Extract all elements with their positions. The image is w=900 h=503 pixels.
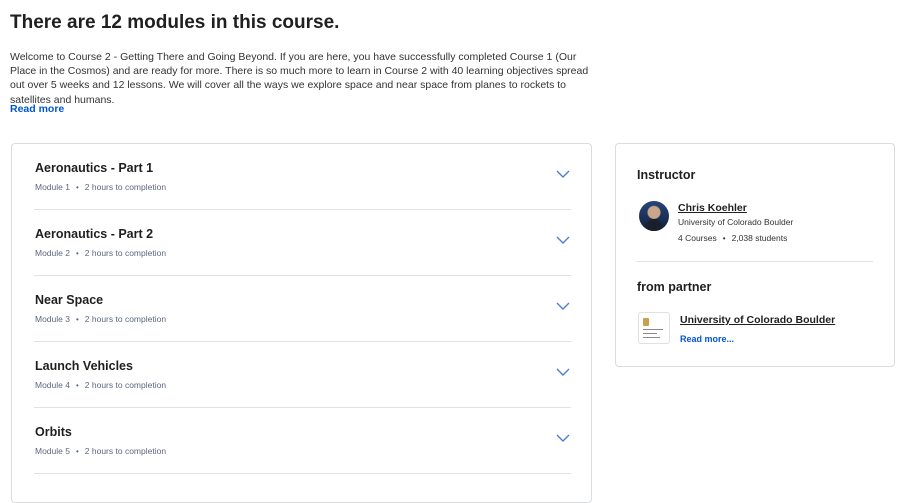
module-item-1[interactable]: Aeronautics - Part 1 Module 1 • 2 hours … <box>34 144 571 210</box>
chevron-down-icon[interactable] <box>555 234 571 246</box>
separator-dot: • <box>722 233 726 243</box>
module-item-4[interactable]: Launch Vehicles Module 4 • 2 hours to co… <box>34 342 571 408</box>
module-number: Module 4 <box>35 380 70 390</box>
module-item-5[interactable]: Orbits Module 5 • 2 hours to completion <box>34 408 571 474</box>
instructor-org: University of Colorado Boulder <box>678 217 794 227</box>
module-title: Launch Vehicles <box>35 359 133 373</box>
instructor-courses: 4 Courses <box>678 233 717 243</box>
module-title: Aeronautics - Part 1 <box>35 161 154 175</box>
module-title: Near Space <box>35 293 104 307</box>
module-title: Aeronautics - Part 2 <box>35 227 154 241</box>
instructor-students: 2,038 students <box>731 233 788 243</box>
instructor-heading: Instructor <box>637 168 696 182</box>
module-item-3[interactable]: Near Space Module 3 • 2 hours to complet… <box>34 276 571 342</box>
instructor-name-link[interactable]: Chris Koehler <box>678 202 747 214</box>
module-meta: Module 2 • 2 hours to completion <box>35 248 166 258</box>
course-description: Welcome to Course 2 - Getting There and … <box>10 51 589 106</box>
avatar-body <box>646 219 662 231</box>
module-duration: 2 hours to completion <box>84 182 167 192</box>
separator-dot: • <box>75 182 79 192</box>
module-meta: Module 5 • 2 hours to completion <box>35 446 166 456</box>
modules-list: Aeronautics - Part 1 Module 1 • 2 hours … <box>11 143 592 503</box>
logo-emblem <box>643 318 649 326</box>
university-logo[interactable] <box>638 312 670 344</box>
instructor-stats: 4 Courses • 2,038 students <box>678 233 787 243</box>
module-duration: 2 hours to completion <box>84 314 167 324</box>
separator-dot: • <box>75 380 79 390</box>
logo-text-line <box>643 329 663 330</box>
partner-heading: from partner <box>637 280 712 294</box>
separator-dot: • <box>75 446 79 456</box>
instructor-avatar[interactable] <box>639 201 669 231</box>
module-number: Module 2 <box>35 248 70 258</box>
module-meta: Module 1 • 2 hours to completion <box>35 182 166 192</box>
sidebar-divider <box>637 261 873 262</box>
module-item-2[interactable]: Aeronautics - Part 2 Module 2 • 2 hours … <box>34 210 571 276</box>
module-duration: 2 hours to completion <box>84 446 167 456</box>
module-number: Module 5 <box>35 446 70 456</box>
module-number: Module 3 <box>35 314 70 324</box>
chevron-down-icon[interactable] <box>555 366 571 378</box>
page-title: There are 12 modules in this course. <box>10 12 340 33</box>
separator-dot: • <box>75 248 79 258</box>
module-duration: 2 hours to completion <box>84 380 167 390</box>
chevron-down-icon[interactable] <box>555 432 571 444</box>
partner-name-link[interactable]: University of Colorado Boulder <box>680 314 835 326</box>
module-title: Orbits <box>35 425 72 439</box>
module-meta: Module 4 • 2 hours to completion <box>35 380 166 390</box>
logo-text-line <box>643 333 657 334</box>
module-duration: 2 hours to completion <box>84 248 167 258</box>
chevron-down-icon[interactable] <box>555 168 571 180</box>
read-more-link[interactable]: Read more <box>10 103 64 115</box>
separator-dot: • <box>75 314 79 324</box>
instructor-sidebar: Instructor Chris Koehler University of C… <box>615 143 895 367</box>
chevron-down-icon[interactable] <box>555 300 571 312</box>
module-meta: Module 3 • 2 hours to completion <box>35 314 166 324</box>
module-number: Module 1 <box>35 182 70 192</box>
logo-text-line <box>643 337 660 338</box>
partner-read-more-link[interactable]: Read more... <box>680 334 734 344</box>
